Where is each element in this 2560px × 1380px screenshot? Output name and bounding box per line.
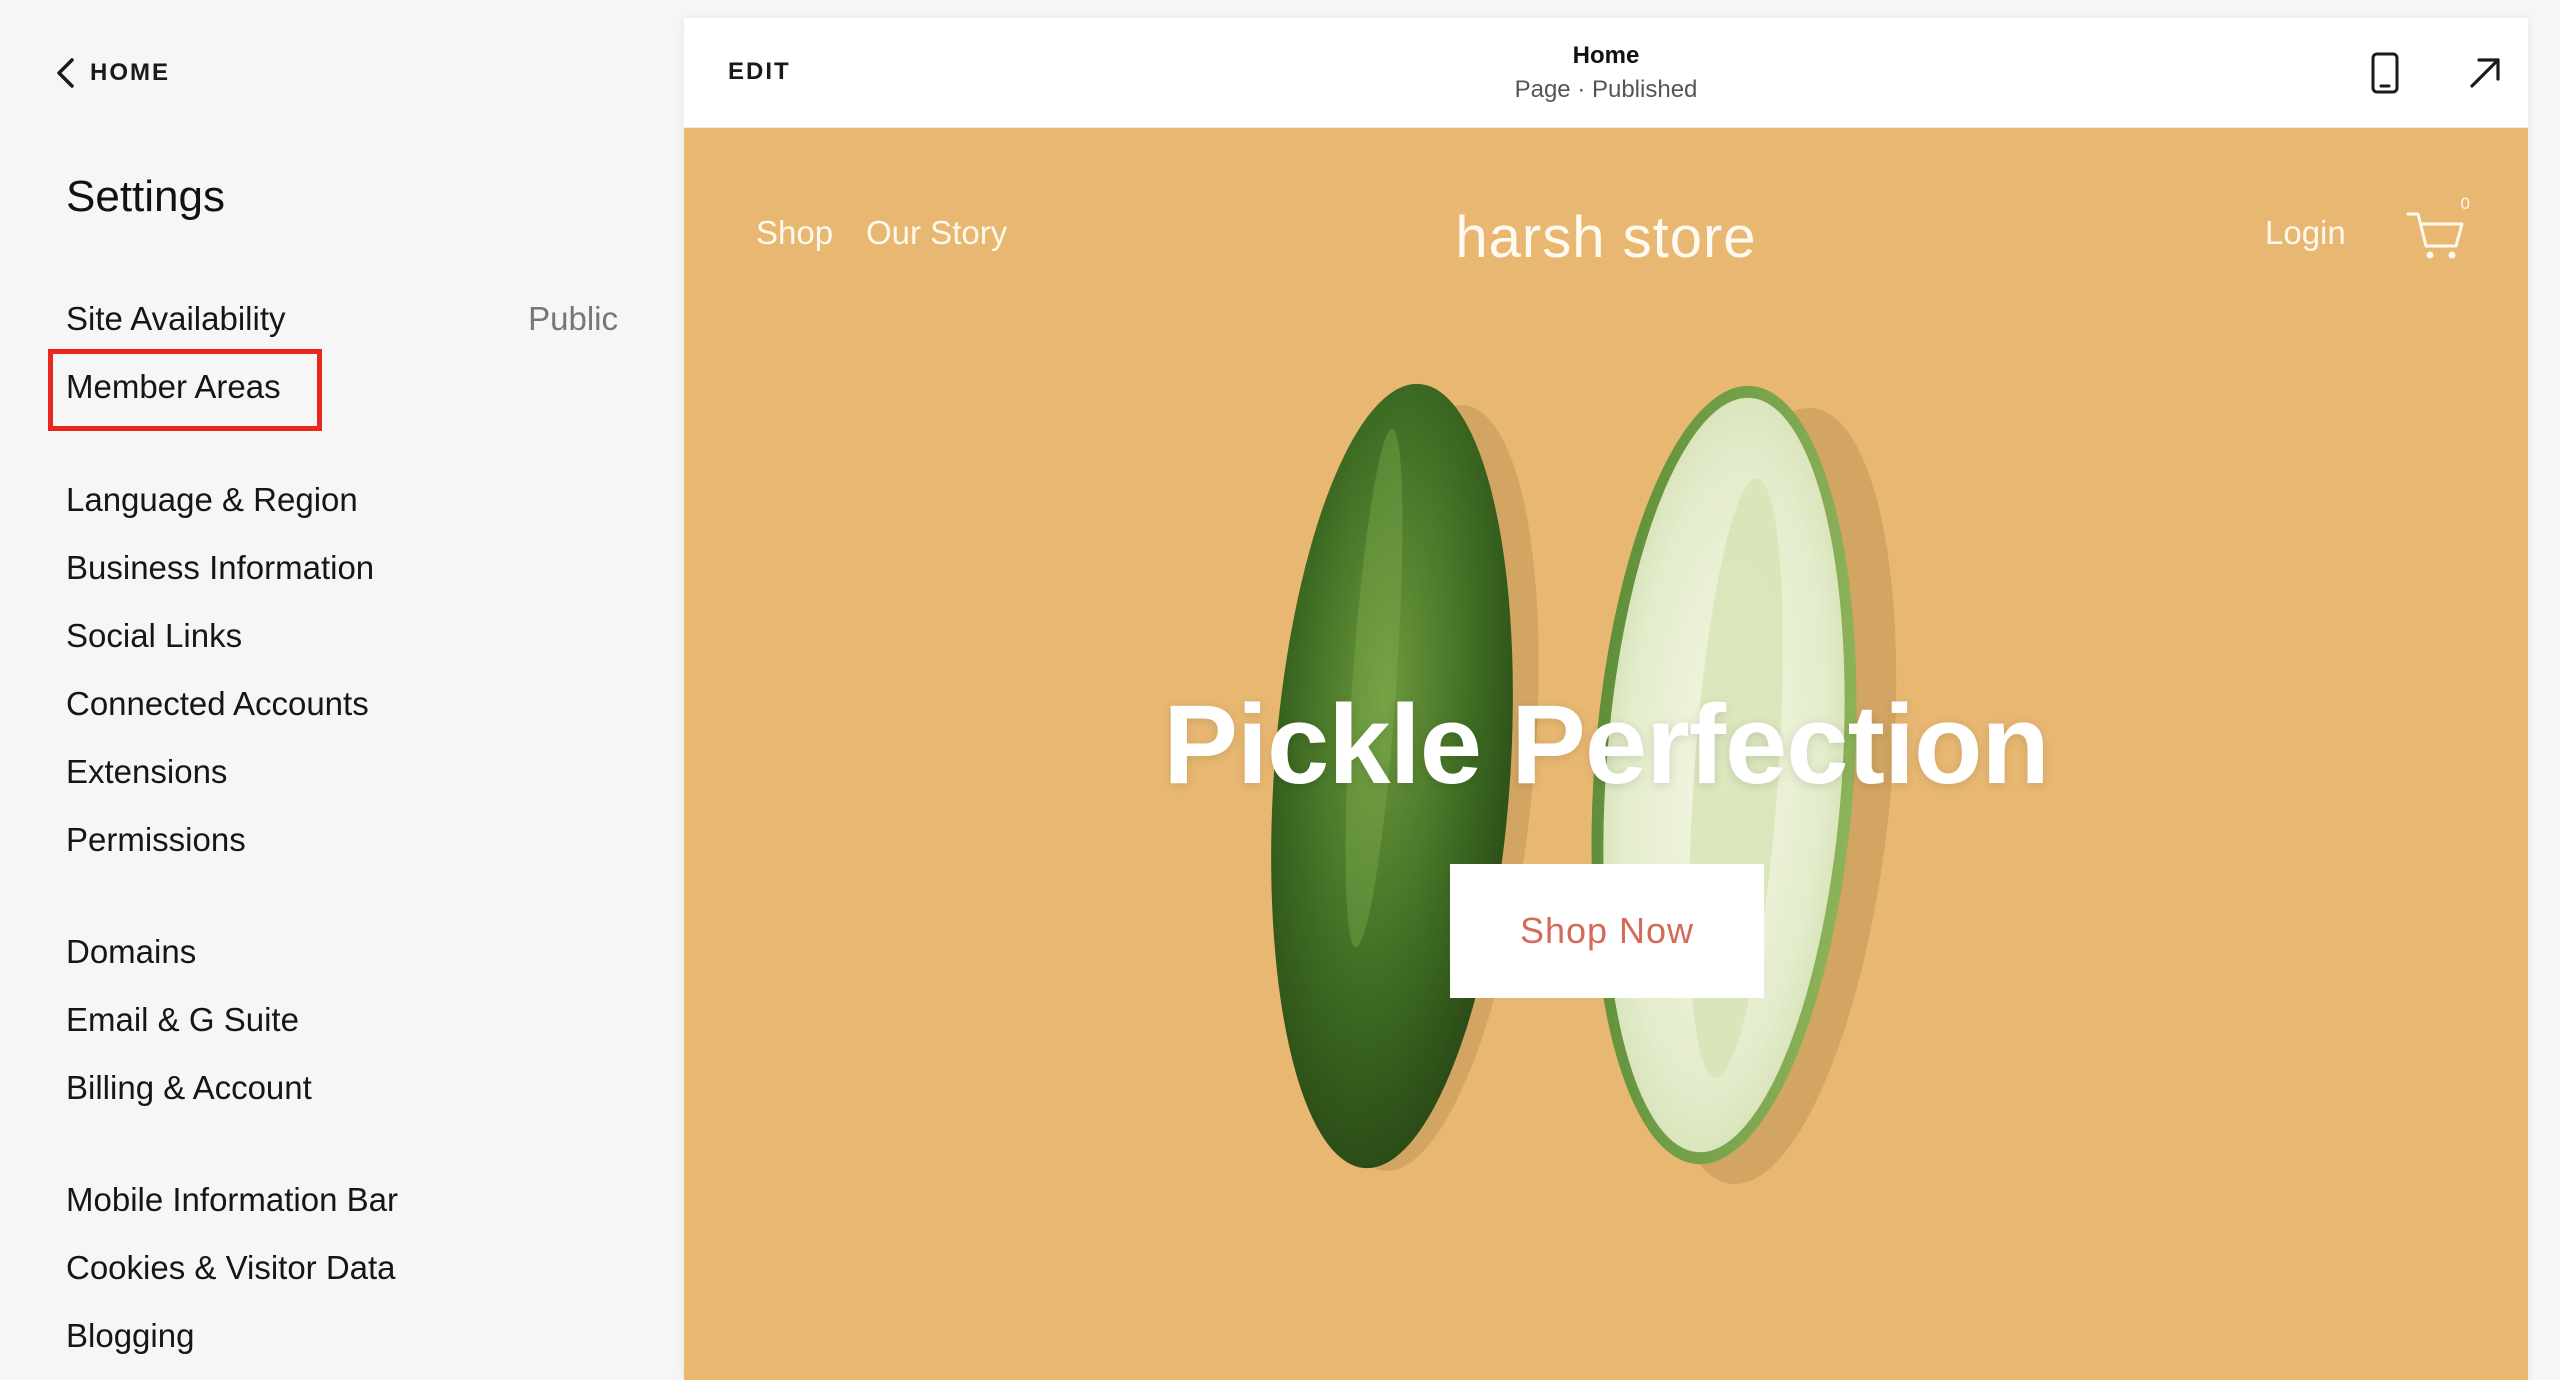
sidebar-item-business-information[interactable]: Business Information [66, 549, 374, 587]
hero-title: Pickle Perfection [1163, 682, 2050, 807]
page-info: Home Page · Published [684, 42, 2528, 104]
preview-toolbar: EDIT Home Page · Published [684, 18, 2528, 128]
back-home-link[interactable]: HOME [54, 56, 170, 90]
open-external-icon [2470, 58, 2500, 88]
sidebar-item-email-gsuite[interactable]: Email & G Suite [66, 1001, 299, 1039]
sidebar-item-billing-account[interactable]: Billing & Account [66, 1069, 312, 1107]
sidebar-item-extensions[interactable]: Extensions [66, 753, 227, 791]
page-title: Settings [66, 172, 225, 221]
site-logo[interactable]: harsh store [684, 204, 2528, 271]
page-name: Home [1572, 42, 1640, 69]
member-areas-highlight [48, 349, 322, 431]
sidebar-item-cookies-visitor-data[interactable]: Cookies & Visitor Data [66, 1249, 396, 1287]
settings-sidebar: HOME Settings Site Availability Public M… [0, 0, 684, 1380]
sidebar-item-site-availability[interactable]: Site Availability [66, 300, 286, 338]
page-status: Page · Published [1514, 76, 1698, 103]
site-hero: Shop Our Story harsh store Login 0 Pickl… [684, 128, 2528, 1380]
cart-icon[interactable] [2404, 206, 2468, 262]
sidebar-item-permissions[interactable]: Permissions [66, 821, 246, 859]
site-login-link[interactable]: Login [2265, 214, 2346, 252]
mobile-preview-button[interactable] [2360, 48, 2410, 98]
site-availability-value: Public [528, 300, 618, 337]
chevron-left-icon [57, 58, 74, 88]
sidebar-item-social-links[interactable]: Social Links [66, 617, 242, 655]
shop-now-button[interactable]: Shop Now [1450, 864, 1764, 998]
sidebar-item-language-region[interactable]: Language & Region [66, 481, 358, 519]
open-site-button[interactable] [2460, 48, 2510, 98]
back-home-label: HOME [90, 59, 170, 86]
sidebar-item-connected-accounts[interactable]: Connected Accounts [66, 685, 369, 723]
mobile-preview-icon [2371, 52, 2399, 94]
sidebar-item-blogging[interactable]: Blogging [66, 1317, 194, 1355]
cart-count: 0 [2460, 194, 2470, 213]
site-preview-panel: EDIT Home Page · Published Shop Our Stor… [684, 18, 2528, 1380]
sidebar-item-domains[interactable]: Domains [66, 933, 196, 971]
sidebar-item-mobile-information-bar[interactable]: Mobile Information Bar [66, 1181, 398, 1219]
